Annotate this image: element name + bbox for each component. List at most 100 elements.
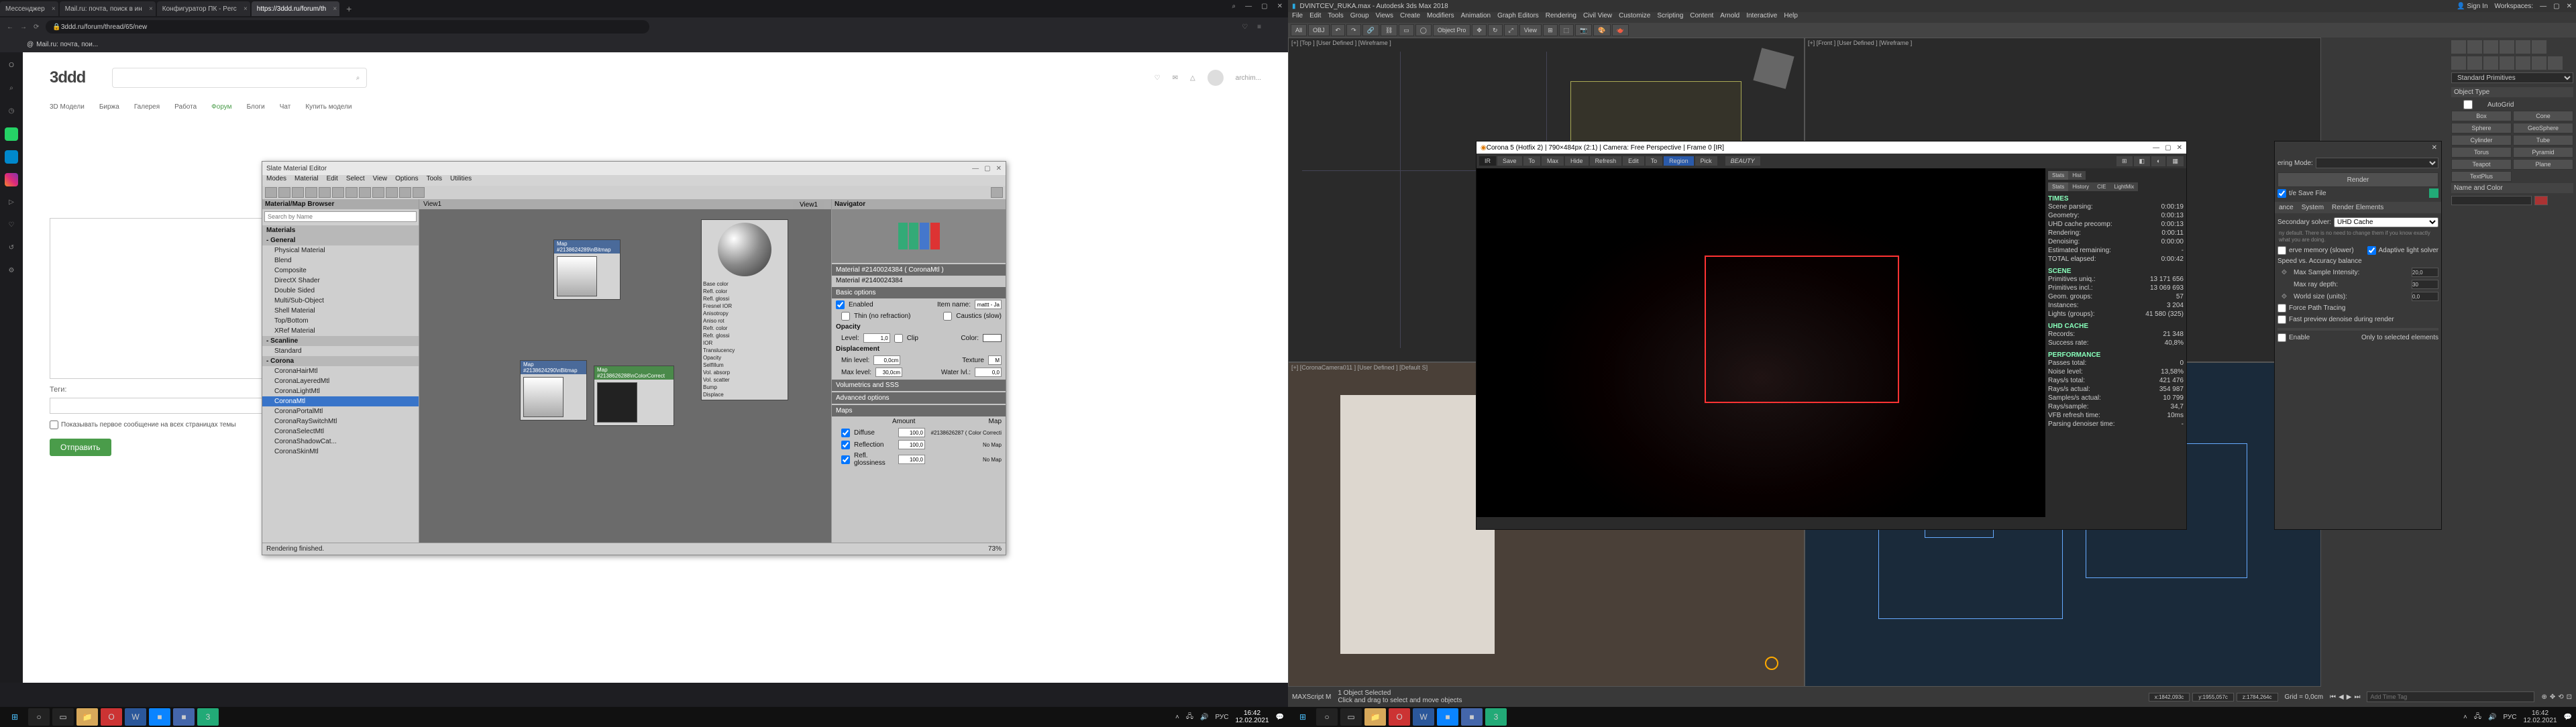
minimize-icon[interactable]: — <box>2540 3 2546 10</box>
tray-net-icon[interactable]: 🖧 <box>1186 712 1193 723</box>
tb-app2[interactable]: ■ <box>1461 708 1483 726</box>
ray-input[interactable] <box>2412 280 2438 289</box>
menu-group[interactable]: Group <box>1350 12 1369 23</box>
rb-view[interactable]: View <box>1519 24 1542 36</box>
msi-input[interactable] <box>2412 268 2438 277</box>
rollout-basic[interactable]: Basic options <box>832 287 1006 298</box>
group-materials[interactable]: Materials <box>262 225 419 235</box>
world-input[interactable] <box>2412 292 2438 301</box>
motion-tab[interactable] <box>2500 40 2514 54</box>
tab-history[interactable]: History <box>2068 182 2093 191</box>
notif-icon[interactable]: 💬 <box>1276 714 1284 721</box>
mail-icon[interactable]: ✉ <box>1173 74 1178 82</box>
rb-btn[interactable]: 📷 <box>1575 24 1592 36</box>
map-refl-slot[interactable]: No Map <box>983 442 1002 448</box>
menu-create[interactable]: Create <box>1400 12 1420 23</box>
space-icon[interactable] <box>2532 56 2546 70</box>
cameras-icon[interactable] <box>2500 56 2514 70</box>
vfb-tool-icon[interactable]: ◧ <box>2134 156 2151 166</box>
create-tab[interactable] <box>2451 40 2466 54</box>
vfb-titlebar[interactable]: ◉ Corona 5 (Hotfix 2) | 790×484px (2:1) … <box>1477 142 2186 154</box>
menu-select[interactable]: Select <box>346 175 365 186</box>
clip-check[interactable] <box>894 334 903 343</box>
fast-preview[interactable] <box>2277 315 2286 324</box>
mat-clayered[interactable]: CoronaLayeredMtl <box>262 376 419 386</box>
tb-3dsmax[interactable]: 3 <box>197 708 219 726</box>
rb-btn[interactable]: ⛓ <box>1381 24 1397 36</box>
vfb-channel[interactable]: BEAUTY <box>1725 156 1760 166</box>
node-colorcorrect[interactable]: Map #2138626288\nColorCorrect <box>594 366 674 426</box>
tool-icon[interactable] <box>319 187 331 198</box>
settings-icon[interactable]: ⚙ <box>5 264 18 278</box>
play-prev-icon[interactable]: ⏮ <box>2330 693 2336 701</box>
tb-opera[interactable]: O <box>1389 708 1410 726</box>
rtab-perf[interactable]: ance <box>2275 202 2298 213</box>
tray-lang[interactable]: РУС <box>1215 714 1228 721</box>
adaptive-light[interactable] <box>2367 246 2376 255</box>
username[interactable]: archim... <box>1236 74 1261 82</box>
workspace-dropdown[interactable]: Workspaces: <box>2495 3 2534 10</box>
map-refl-amt[interactable] <box>898 440 925 449</box>
search-icon[interactable]: ⌕ <box>1232 3 1236 10</box>
max-titlebar[interactable]: ▮ DVINTCEV_RUKA.max - Autodesk 3ds Max 2… <box>1288 0 2576 12</box>
url-input[interactable]: 🔒 3ddd.ru/forum/thread/65/new <box>46 20 649 34</box>
close-icon[interactable]: ✕ <box>996 165 1002 172</box>
enabled-check[interactable] <box>836 300 845 309</box>
mat-coronamtl[interactable]: CoronaMtl <box>262 396 419 406</box>
rollout-vol[interactable]: Volumetrics and SSS <box>832 380 1006 391</box>
thin-check[interactable] <box>841 312 850 321</box>
prim-geosphere[interactable]: GeoSphere <box>2513 123 2573 133</box>
tab-stats2[interactable]: Stats <box>2048 182 2068 191</box>
heart-icon[interactable]: ♡ <box>1155 74 1161 82</box>
tray-time[interactable]: 16:42 <box>2523 710 2557 717</box>
menu-rendering[interactable]: Rendering <box>1546 12 1576 23</box>
menu-content[interactable]: Content <box>1690 12 1713 23</box>
tray-net-icon[interactable]: 🖧 <box>2474 712 2481 723</box>
menu-view[interactable]: View <box>373 175 388 186</box>
vfb-edit[interactable]: Edit <box>1623 156 1644 166</box>
rollout-objtype[interactable]: Object Type <box>2451 87 2573 97</box>
mat-physical[interactable]: Physical Material <box>262 245 419 256</box>
tb-word[interactable]: W <box>125 708 146 726</box>
tool-icon[interactable] <box>292 187 304 198</box>
vp-label[interactable]: [+] [CoronaCamera011 ] [User Defined ] [… <box>1291 364 1428 371</box>
menu-edit[interactable]: Edit <box>327 175 338 186</box>
site-search[interactable]: ⌕ <box>112 68 367 88</box>
display-tab[interactable] <box>2516 40 2530 54</box>
navigator-preview[interactable] <box>832 209 1006 263</box>
start-button[interactable]: ⊞ <box>1292 708 1313 726</box>
nav-icon[interactable]: ⊡ <box>2567 693 2572 701</box>
search-button[interactable]: ○ <box>28 708 50 726</box>
mat-crayswitch[interactable]: CoronaRaySwitchMtl <box>262 416 419 427</box>
maximize-icon[interactable]: ▢ <box>984 165 990 172</box>
menu-modes[interactable]: Modes <box>266 175 286 186</box>
vfb-tool-icon[interactable]: ⊞ <box>2116 156 2133 166</box>
tab-3ddd[interactable]: https://3ddd.ru/forum/th× <box>252 1 339 16</box>
start-button[interactable]: ⊞ <box>4 708 25 726</box>
play-icon[interactable]: ▶ <box>2347 693 2352 701</box>
nav-icon[interactable]: ⊕ <box>2541 693 2546 701</box>
tab-mailru[interactable]: Mail.ru: почта, поиск в ин× <box>60 1 156 16</box>
tool-icon[interactable] <box>345 187 358 198</box>
vp-label[interactable]: [+] [Top ] [User Defined ] [Wireframe ] <box>1291 40 1391 46</box>
modify-tab[interactable] <box>2467 40 2482 54</box>
taskview-button[interactable]: ▭ <box>1340 708 1362 726</box>
nav-market[interactable]: Биржа <box>99 103 119 111</box>
tb-explorer[interactable]: 📁 <box>1364 708 1386 726</box>
rb-btn[interactable]: 🎨 <box>1593 24 1610 36</box>
coord-x[interactable]: x:1842,093c <box>2149 693 2190 702</box>
render-region[interactable] <box>1705 256 1899 403</box>
play-back-icon[interactable]: ◀ <box>2339 693 2344 701</box>
clock-icon[interactable]: ◷ <box>5 105 18 118</box>
mat-cskin[interactable]: CoronaSkinMtl <box>262 447 419 457</box>
prim-cylinder[interactable]: Cylinder <box>2451 135 2512 146</box>
save-check[interactable] <box>2277 189 2286 198</box>
prim-teapot[interactable]: Teapot <box>2451 159 2512 170</box>
taskview-button[interactable]: ▭ <box>52 708 74 726</box>
coord-y[interactable]: y:1955,057c <box>2192 693 2234 702</box>
prim-torus[interactable]: Torus <box>2451 147 2512 158</box>
close-icon[interactable]: ✕ <box>2177 144 2182 152</box>
rb-btn[interactable]: 🔗 <box>1362 24 1379 36</box>
vfb-ir[interactable]: IR <box>1479 156 1496 166</box>
forward-icon[interactable]: → <box>20 23 27 31</box>
